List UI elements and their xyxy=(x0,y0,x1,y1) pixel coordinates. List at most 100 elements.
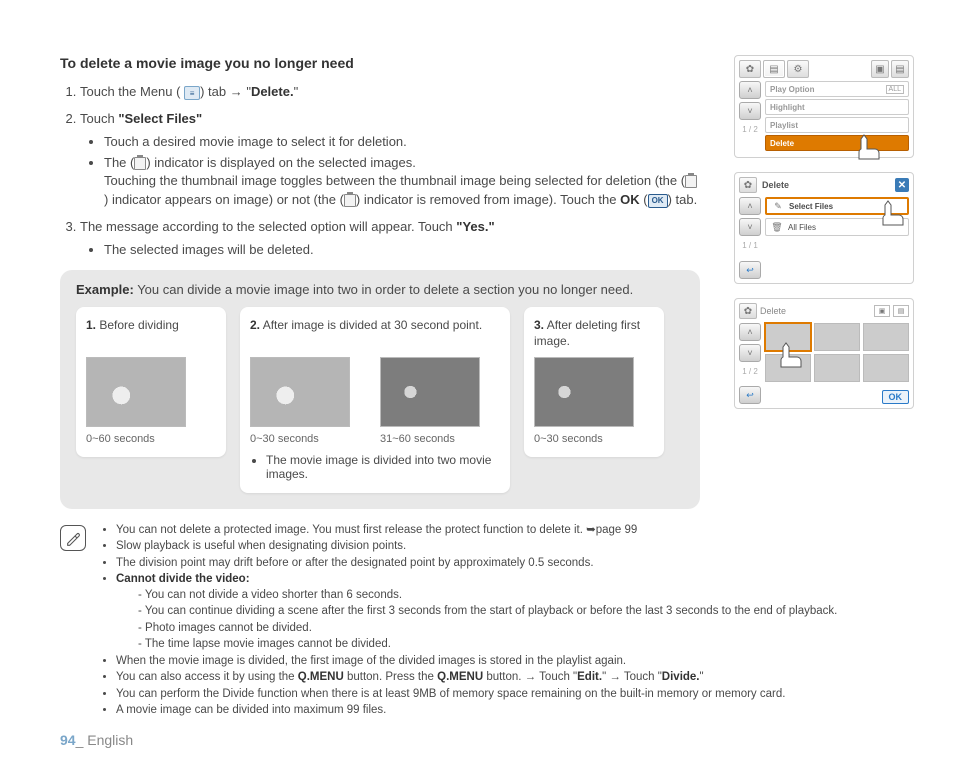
lcd2-pages: 1 / 1 xyxy=(739,241,761,250)
step-2-sublist: Touch a desired movie image to select it… xyxy=(80,133,700,210)
page-footer: 94_ English xyxy=(60,732,133,748)
lcd2-sel-label: Select Files xyxy=(789,202,833,211)
lcd2-all-label: All Files xyxy=(788,223,816,232)
thumb-cactus-1 xyxy=(380,357,480,427)
step-1-text-c: " xyxy=(294,84,299,99)
example-lead-bold: Example: xyxy=(76,282,134,297)
c2-t1: 0~30 seconds xyxy=(250,433,370,445)
thumb-cell-5[interactable] xyxy=(814,354,860,382)
step-1-text-a: Touch the Menu ( xyxy=(80,84,180,99)
thumb-cactus-2 xyxy=(534,357,634,427)
thumb-cell-1[interactable] xyxy=(765,323,811,351)
c3-cap: After deleting first image. xyxy=(534,318,640,348)
nav-up-icon[interactable]: ˄ xyxy=(739,81,761,99)
lcd-tab-video-icon[interactable]: ▣ xyxy=(871,60,889,78)
lcd-thumb-panel: ✿ Delete ▣ ▤ ˄ ˅ 1 / 2 ↩ OK xyxy=(734,298,914,409)
note-3: The division point may drift before or a… xyxy=(116,556,837,572)
nav-down-icon[interactable]: ˅ xyxy=(739,218,761,236)
menu-item-delete[interactable]: Delete xyxy=(765,135,909,151)
nav-down-icon[interactable]: ˅ xyxy=(739,344,761,362)
ok-icon: OK xyxy=(648,194,668,208)
footer-sep: _ xyxy=(76,732,88,748)
lcd-tab-list-icon[interactable]: ▤ xyxy=(763,60,785,78)
lcd3-photo-icon[interactable]: ▤ xyxy=(893,305,909,317)
notes-section: You can not delete a protected image. Yo… xyxy=(60,523,924,720)
select-files-icon: ✎ xyxy=(772,200,784,212)
thumb-flower-1 xyxy=(86,357,186,427)
note-4-bold: Cannot divide the video: xyxy=(116,573,250,585)
t: ) indicator is removed from image). Touc… xyxy=(356,192,620,207)
menu-item-playlist[interactable]: Playlist xyxy=(765,117,909,133)
thumb-flower-2 xyxy=(250,357,350,427)
lcd-delete-panel: ✿ Delete ✕ ˄ ˅ 1 / 1 ↩ ✎ Select Files 🗑 … xyxy=(734,172,914,284)
menu-icon: ≡ xyxy=(184,86,200,100)
trash-icon xyxy=(134,157,146,170)
lcd2-tools-icon[interactable]: ✿ xyxy=(739,177,757,193)
note-6: You can also access it by using the Q.ME… xyxy=(116,670,837,686)
thumb-cell-3[interactable] xyxy=(863,323,909,351)
lcd-menu-panel: ✿ ▤ ⚙ ▣ ▤ ˄ ˅ 1 / 2 Play OptionALL Highl… xyxy=(734,55,914,158)
all-files-icon: 🗑 xyxy=(771,221,783,233)
menu-item-highlight[interactable]: Highlight xyxy=(765,99,909,115)
close-icon[interactable]: ✕ xyxy=(895,178,909,192)
t: ) tab. xyxy=(668,192,698,207)
note-7: You can perform the Divide function when… xyxy=(116,687,837,703)
step-1-text-b: ) tab → " xyxy=(200,84,251,99)
thumb-cell-2[interactable] xyxy=(814,323,860,351)
thumb-cell-6[interactable] xyxy=(863,354,909,382)
ok-button[interactable]: OK xyxy=(882,390,910,404)
c3-num: 3. xyxy=(534,318,544,332)
note-2: Slow playback is useful when designating… xyxy=(116,539,837,555)
lcd2-title: Delete xyxy=(760,180,892,190)
lcd3-title: Delete xyxy=(760,306,871,316)
step-1-bold: Delete. xyxy=(251,84,294,99)
note-1: You can not delete a protected image. Yo… xyxy=(116,523,837,539)
lcd3-pages: 1 / 2 xyxy=(739,367,761,376)
example-lead: Example: You can divide a movie image in… xyxy=(76,282,684,297)
note-4d2: You can continue dividing a scene after … xyxy=(138,604,837,620)
example-card-2: 2. After image is divided at 30 second p… xyxy=(240,307,510,493)
option-select-files[interactable]: ✎ Select Files xyxy=(765,197,909,215)
lcd3-tools-icon[interactable]: ✿ xyxy=(739,303,757,319)
lcd-tab-photo-icon[interactable]: ▤ xyxy=(891,60,909,78)
c1-t1: 0~60 seconds xyxy=(86,433,216,445)
option-all-files[interactable]: 🗑 All Files xyxy=(765,218,909,236)
example-lead-text: You can divide a movie image into two in… xyxy=(134,282,633,297)
t: ( xyxy=(640,192,648,207)
c3-t1: 0~30 seconds xyxy=(534,433,654,445)
thumb-cell-4[interactable] xyxy=(765,354,811,382)
note-4d4: The time lapse movie images cannot be di… xyxy=(138,637,837,653)
footer-lang: English xyxy=(87,732,133,748)
step-2: Touch "Select Files" Touch a desired mov… xyxy=(80,110,700,210)
t: Touching the thumbnail image toggles bet… xyxy=(104,173,685,188)
steps-list: Touch the Menu ( ≡) tab → "Delete." Touc… xyxy=(60,83,700,260)
lcd-tab-tools-icon[interactable]: ✿ xyxy=(739,60,761,78)
nav-up-icon[interactable]: ˄ xyxy=(739,197,761,215)
note-5: When the movie image is divided, the fir… xyxy=(116,654,837,670)
ok-bold: OK xyxy=(620,192,640,207)
step-3-text: The message according to the selected op… xyxy=(80,219,456,234)
c1-num: 1. xyxy=(86,318,96,332)
note-icon xyxy=(60,525,86,551)
nav-down-icon[interactable]: ˅ xyxy=(739,102,761,120)
step-3-sublist: The selected images will be deleted. xyxy=(80,241,700,260)
t: ) indicator appears on image) or not (th… xyxy=(104,192,344,207)
step-3-bold: "Yes." xyxy=(456,219,494,234)
step-1: Touch the Menu ( ≡) tab → "Delete." xyxy=(80,83,700,102)
lcd3-video-icon[interactable]: ▣ xyxy=(874,305,890,317)
t: ) indicator is displayed on the selected… xyxy=(146,155,416,170)
lcd1-pages: 1 / 2 xyxy=(739,125,761,134)
example-card-1: 1. Before dividing 0~60 seconds xyxy=(76,307,226,457)
return-icon[interactable]: ↩ xyxy=(739,261,761,279)
nav-up-icon[interactable]: ˄ xyxy=(739,323,761,341)
lcd-nav: ˄ ˅ 1 / 2 xyxy=(739,81,761,136)
t: The ( xyxy=(104,155,134,170)
c2-t2: 31~60 seconds xyxy=(380,433,500,445)
menu-item-play-option[interactable]: Play OptionALL xyxy=(765,81,909,97)
trash-icon xyxy=(344,194,356,207)
note-4d3: Photo images cannot be divided. xyxy=(138,621,837,637)
return-icon[interactable]: ↩ xyxy=(739,386,761,404)
step-2-b1: Touch a desired movie image to select it… xyxy=(104,133,700,152)
lcd-tab-gear-icon[interactable]: ⚙ xyxy=(787,60,809,78)
note-4d1: You can not divide a video shorter than … xyxy=(138,588,837,604)
